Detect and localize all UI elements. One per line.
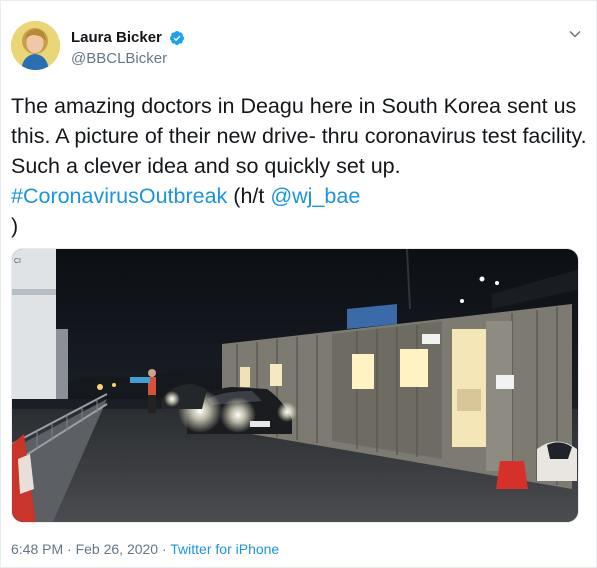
verified-badge-icon [170, 30, 185, 45]
chevron-down-icon[interactable] [568, 27, 582, 41]
tweet-text: The amazing doctors in Deagu here in Sou… [11, 91, 591, 241]
tweet-text-part: (h/t [227, 184, 271, 208]
drive-thru-test-facility-photo: CI [12, 249, 578, 522]
author-names: Laura Bicker @BBCLBicker [71, 29, 185, 67]
tweet-text-part: The amazing doctors in Deagu here in Sou… [11, 94, 593, 178]
tweet-photo[interactable]: CI [11, 248, 579, 523]
author-display-name[interactable]: Laura Bicker [71, 29, 162, 46]
tweet-text-part: ) [11, 214, 19, 238]
tweet-header: Laura Bicker @BBCLBicker [11, 21, 586, 73]
tweet-meta: 6:48 PM · Feb 26, 2020 · Twitter for iPh… [11, 541, 279, 557]
avatar[interactable] [11, 21, 60, 70]
building-sign: CI [14, 258, 21, 265]
hashtag-link[interactable]: #CoronavirusOutbreak [11, 184, 227, 208]
mention-link[interactable]: @wj_bae [270, 184, 360, 208]
tweet-timestamp[interactable]: 6:48 PM · Feb 26, 2020 · [11, 541, 170, 557]
tweet-source-link[interactable]: Twitter for iPhone [170, 541, 279, 557]
author-handle[interactable]: @BBCLBicker [71, 50, 185, 67]
tweet-card: Laura Bicker @BBCLBicker The amazing doc… [0, 0, 597, 568]
